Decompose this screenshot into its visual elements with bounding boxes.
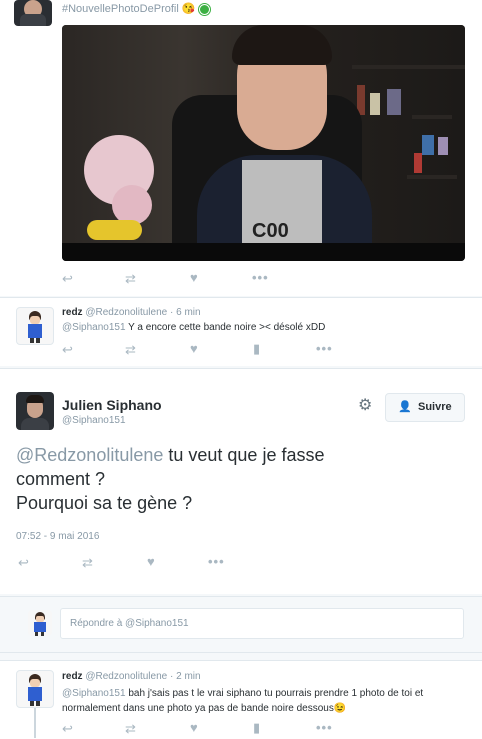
reply1-handle[interactable]: @Redzonolitulene: [85, 307, 167, 318]
reply2-handle[interactable]: @Redzonolitulene: [85, 671, 167, 682]
wink-emoji: 😉: [333, 703, 347, 714]
tweet-media-photo[interactable]: C00: [62, 25, 465, 261]
heart-icon[interactable]: ♥: [190, 342, 198, 356]
reply1-name[interactable]: redz: [62, 307, 83, 318]
thread-line: [34, 708, 36, 738]
reply-input-placeholder: Répondre à @Siphano151: [70, 618, 189, 629]
green-status-icon: [198, 3, 210, 15]
reply2-text: @Siphano151 bah j'sais pas t le vrai sip…: [62, 686, 423, 716]
reply2-mention[interactable]: @Siphano151: [62, 688, 126, 699]
reply-input[interactable]: Répondre à @Siphano151: [60, 608, 464, 639]
retweet-icon[interactable]: ⇄: [82, 556, 93, 570]
main-tweet-text-1: tu veut que je fasse: [163, 445, 325, 465]
reply-icon[interactable]: ↩: [62, 722, 73, 736]
main-tweet-line-1: @Redzonolitulene tu veut que je fasse: [16, 443, 324, 467]
main-tweet-handle[interactable]: @Siphano151: [62, 415, 126, 426]
main-tweet-mention[interactable]: @Redzonolitulene: [16, 445, 163, 465]
retweet-icon[interactable]: ⇄: [125, 343, 136, 357]
avatar-redz-1[interactable]: [16, 307, 54, 345]
reply1-text: @Siphano151 Y a encore cette bande noire…: [62, 322, 325, 333]
avatar-redz-2[interactable]: [16, 670, 54, 708]
avatar-julien[interactable]: [16, 392, 54, 430]
analytics-icon[interactable]: ▮: [253, 342, 260, 356]
retweet-icon[interactable]: ⇄: [125, 272, 136, 286]
more-icon[interactable]: •••: [316, 342, 333, 356]
avatar-current-user[interactable]: [28, 610, 52, 636]
gear-icon[interactable]: ⚙: [358, 397, 372, 415]
reply2-header: redz @Redzonolitulene · 2 min: [62, 671, 201, 682]
reply1-header: redz @Redzonolitulene · 6 min: [62, 307, 201, 318]
heart-icon[interactable]: ♥: [147, 555, 155, 569]
reply1-mention[interactable]: @Siphano151: [62, 322, 126, 333]
reply2-body-2: normalement dans une photo ya pas de ban…: [62, 703, 334, 714]
add-user-icon: 👤: [398, 401, 412, 413]
main-tweet-line-2: comment ?: [16, 469, 106, 489]
main-tweet-line-3: Pourquoi sa te gène ?: [16, 493, 193, 513]
main-tweet-text: @Redzonolitulene tu veut que je fasse co…: [16, 443, 324, 515]
reply-icon[interactable]: ↩: [62, 272, 73, 286]
reply2-name[interactable]: redz: [62, 671, 83, 682]
reply2-line-1: @Siphano151 bah j'sais pas t le vrai sip…: [62, 686, 423, 701]
reply2-body-1: bah j'sais pas t le vrai siphano tu pour…: [125, 688, 424, 699]
reply2-time[interactable]: 2 min: [176, 671, 200, 682]
follow-button[interactable]: 👤 Suivre: [385, 393, 465, 422]
reply2-sep: ·: [170, 671, 174, 682]
retweet-icon[interactable]: ⇄: [125, 722, 136, 736]
reply1-body: Y a encore cette bande noire >< désolé x…: [125, 322, 326, 333]
more-icon[interactable]: •••: [208, 555, 225, 569]
heart-icon[interactable]: ♥: [190, 271, 198, 285]
follow-label: Suivre: [418, 401, 452, 413]
reply1-sep: ·: [170, 307, 174, 318]
analytics-icon[interactable]: ▮: [253, 721, 260, 735]
kiss-emoji: 😘: [181, 3, 196, 15]
reply-icon[interactable]: ↩: [18, 556, 29, 570]
reply2-line-2: normalement dans une photo ya pas de ban…: [62, 701, 423, 716]
more-icon[interactable]: •••: [316, 721, 333, 735]
heart-icon[interactable]: ♥: [190, 721, 198, 735]
hashtag-line: #NouvellePhotoDeProfil 😘: [62, 2, 210, 15]
reply1-time[interactable]: 6 min: [176, 307, 200, 318]
avatar-top-tweet[interactable]: [14, 0, 52, 26]
main-tweet-timestamp[interactable]: 07:52 - 9 mai 2016: [16, 531, 99, 542]
main-tweet-name[interactable]: Julien Siphano: [62, 397, 162, 413]
more-icon[interactable]: •••: [252, 271, 269, 285]
reply-icon[interactable]: ↩: [62, 343, 73, 357]
hashtag-link[interactable]: #NouvellePhotoDeProfil: [62, 3, 179, 15]
